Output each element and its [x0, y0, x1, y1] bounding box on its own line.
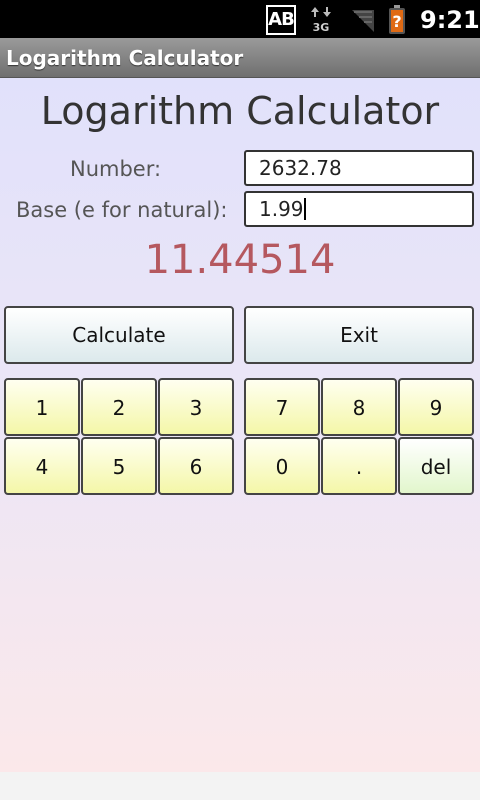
- number-field[interactable]: 2632.78: [244, 150, 474, 186]
- ab-notification-icon: AB: [266, 5, 296, 35]
- key-5[interactable]: 5: [81, 437, 157, 495]
- number-field-value: 2632.78: [259, 156, 342, 180]
- key-1[interactable]: 1: [4, 378, 80, 436]
- key-8[interactable]: 8: [321, 378, 397, 436]
- base-field[interactable]: 1.99: [244, 191, 474, 227]
- main-content: Logarithm Calculator Number: 2632.78 Bas…: [0, 78, 480, 772]
- status-bar: AB 3G ? 9:21: [0, 0, 480, 38]
- key-6[interactable]: 6: [158, 437, 234, 495]
- calculate-button[interactable]: Calculate: [4, 306, 234, 364]
- key-2[interactable]: 2: [81, 378, 157, 436]
- number-label: Number:: [70, 157, 162, 181]
- result-value: 11.44514: [144, 237, 336, 283]
- 3g-data-icon: 3G: [311, 7, 331, 34]
- key-0[interactable]: 0: [244, 437, 320, 495]
- app-title: Logarithm Calculator: [6, 46, 244, 70]
- app-title-bar: Logarithm Calculator: [0, 38, 480, 78]
- key-9[interactable]: 9: [398, 378, 474, 436]
- exit-button[interactable]: Exit: [244, 306, 474, 364]
- base-field-value: 1.99: [259, 197, 304, 221]
- key-decimal-point[interactable]: .: [321, 437, 397, 495]
- key-7[interactable]: 7: [244, 378, 320, 436]
- battery-icon: ?: [389, 5, 405, 34]
- key-4[interactable]: 4: [4, 437, 80, 495]
- network-type-label: 3G: [313, 21, 330, 34]
- key-3[interactable]: 3: [158, 378, 234, 436]
- svg-text:?: ?: [392, 12, 401, 31]
- delete-key[interactable]: del: [398, 437, 474, 495]
- page-title: Logarithm Calculator: [40, 89, 440, 133]
- text-cursor: [303, 198, 306, 220]
- signal-icon: [352, 10, 374, 32]
- bottom-strip: [0, 772, 480, 800]
- status-time: 9:21: [420, 6, 480, 34]
- base-label: Base (e for natural):: [16, 198, 228, 222]
